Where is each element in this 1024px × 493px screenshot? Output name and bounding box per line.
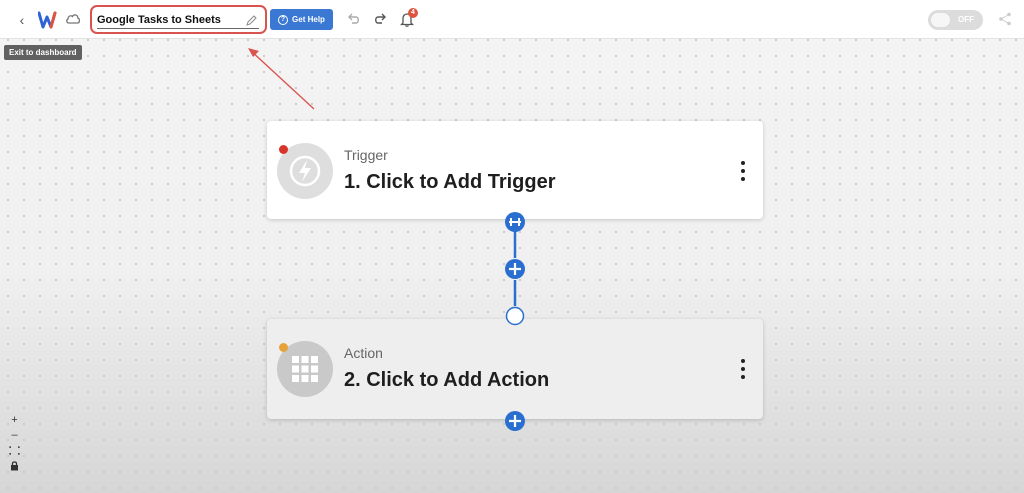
zoom-out-icon[interactable]: – <box>7 429 22 442</box>
lightning-bolt-icon <box>289 155 321 187</box>
action-kind-label: Action <box>344 345 383 361</box>
cloud-save-icon <box>66 14 81 24</box>
zoom-in-icon[interactable]: + <box>7 414 22 427</box>
fit-view-icon[interactable] <box>7 444 22 457</box>
canvas-controls: + – <box>7 414 22 476</box>
connection-endpoint <box>505 306 525 326</box>
toggle-knob <box>931 13 950 27</box>
step-connector <box>505 212 525 431</box>
lock-icon[interactable] <box>7 459 22 472</box>
toggle-label: OFF <box>958 15 974 24</box>
top-bar: ‹ ? Get Help 4 OFF <box>0 0 1024 39</box>
add-next-step-button[interactable] <box>505 411 525 431</box>
app-grid-icon <box>292 356 318 382</box>
exit-to-dashboard-tooltip: Exit to dashboard <box>4 45 82 60</box>
workflow-on-off-toggle[interactable]: OFF <box>928 10 983 30</box>
add-step-button[interactable] <box>505 259 525 279</box>
share-icon[interactable] <box>998 12 1012 26</box>
get-help-button[interactable]: ? Get Help <box>270 9 333 30</box>
action-status-dot <box>279 343 288 352</box>
trigger-more-options-icon[interactable] <box>739 161 747 181</box>
trigger-title: 1. Click to Add Trigger <box>344 171 556 193</box>
trigger-kind-label: Trigger <box>344 147 388 163</box>
help-circle-icon: ? <box>278 14 289 25</box>
back-icon[interactable]: ‹ <box>13 10 31 30</box>
pencil-icon[interactable] <box>246 15 257 26</box>
redo-icon[interactable] <box>373 13 387 25</box>
trigger-step-card[interactable]: Trigger 1. Click to Add Trigger <box>267 121 763 219</box>
undo-icon[interactable] <box>347 13 361 25</box>
action-more-options-icon[interactable] <box>739 359 747 379</box>
split-path-icon[interactable] <box>505 212 525 232</box>
app-logo[interactable] <box>38 10 60 30</box>
trigger-status-dot <box>279 145 288 154</box>
annotation-arrow <box>248 48 315 110</box>
workflow-name-field[interactable] <box>90 5 267 34</box>
workflow-name-input[interactable] <box>97 12 259 29</box>
notification-count-badge: 4 <box>408 8 418 18</box>
get-help-label: Get Help <box>292 15 325 24</box>
